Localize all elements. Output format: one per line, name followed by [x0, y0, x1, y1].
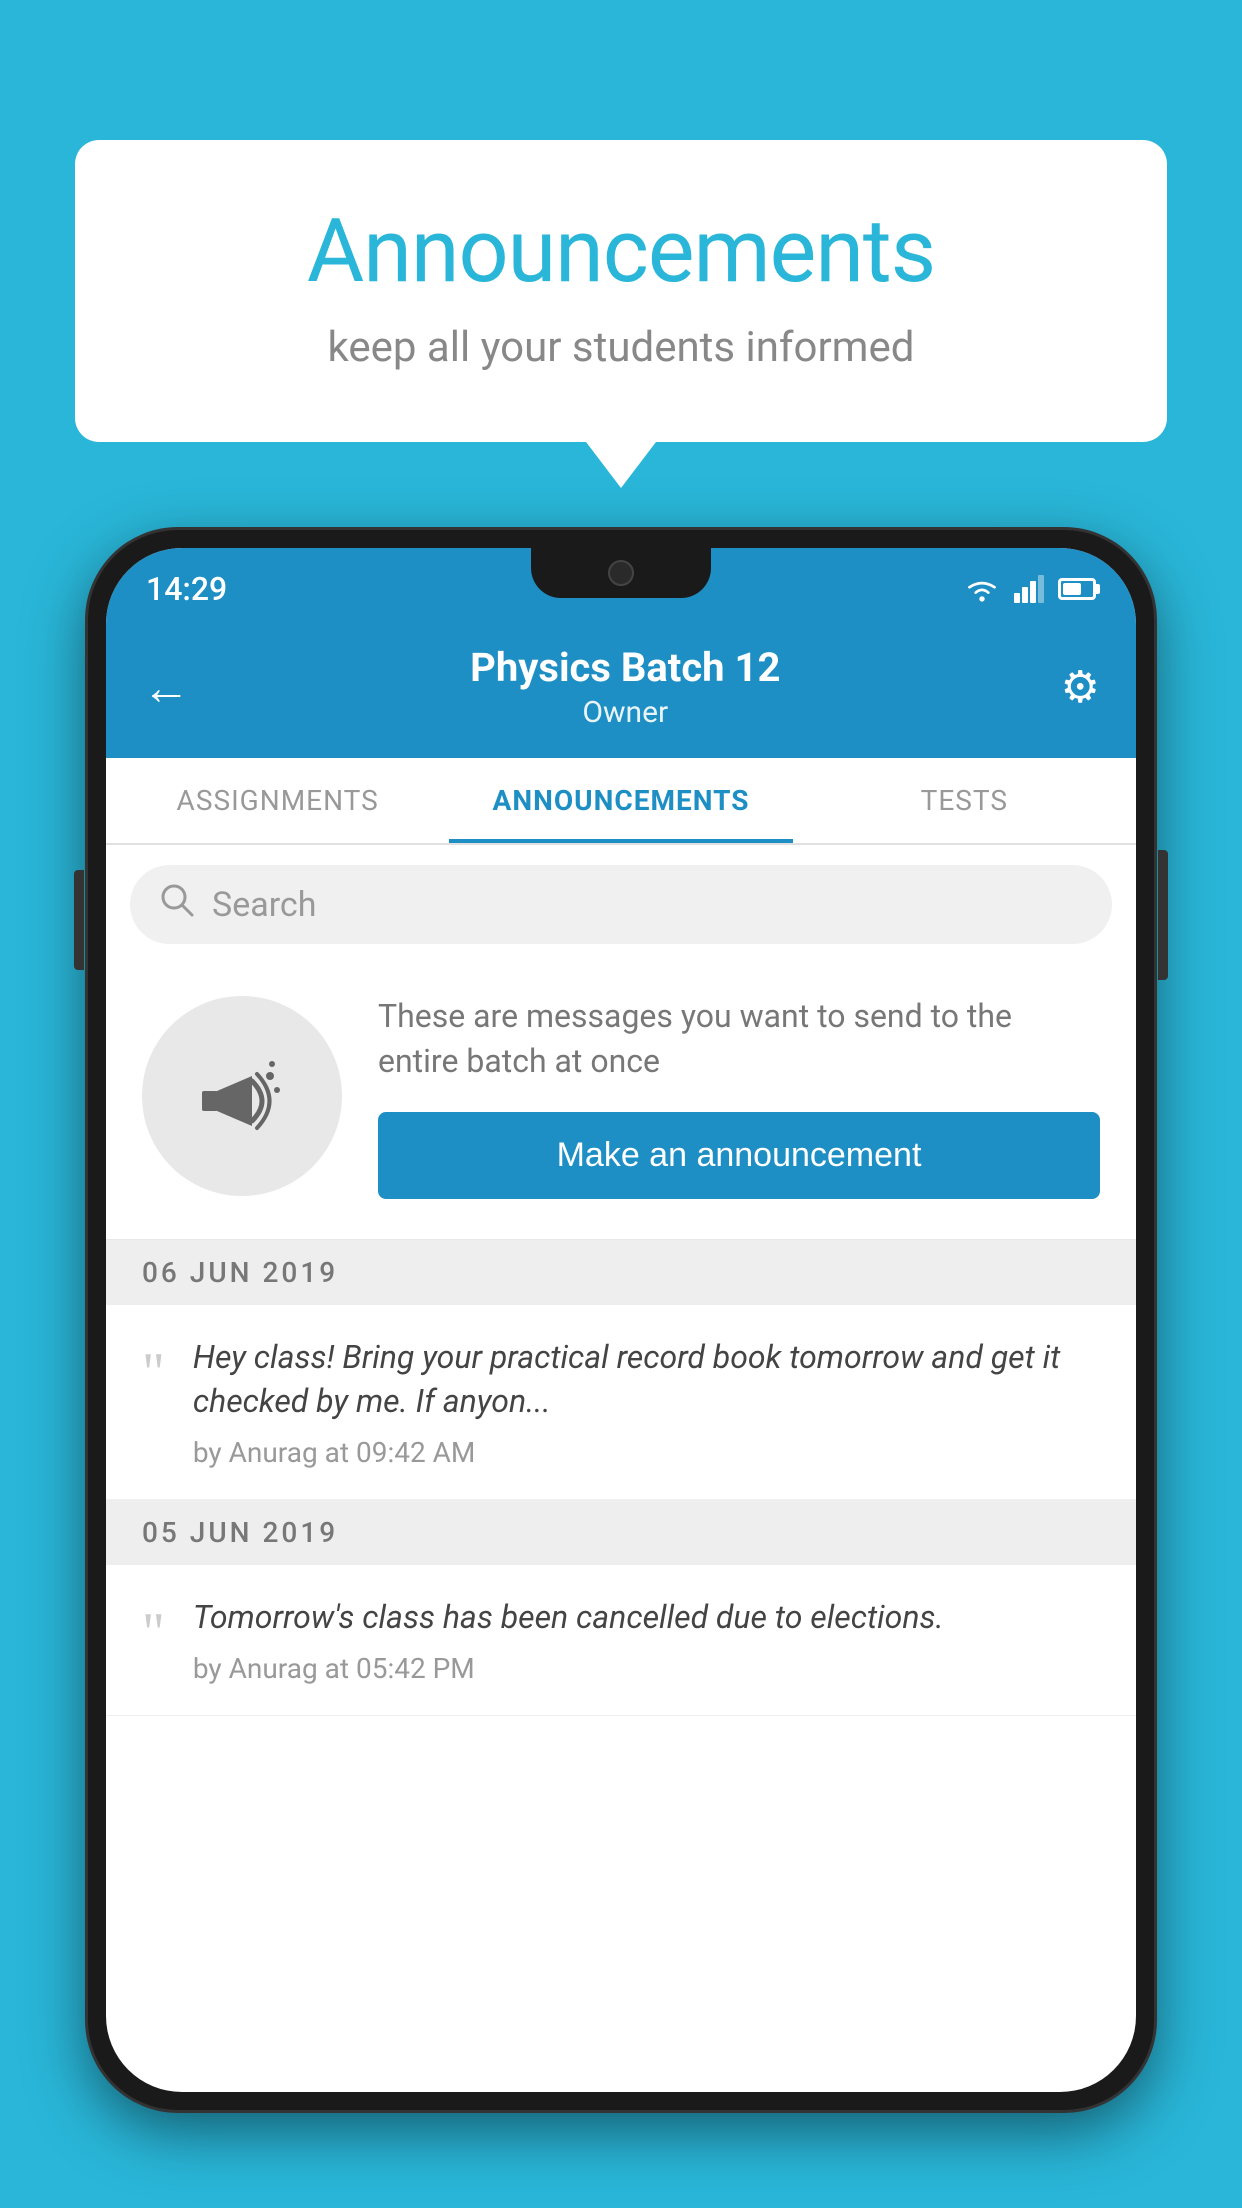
announcement-content-2: Tomorrow's class has been cancelled due … — [193, 1595, 1100, 1685]
tab-assignments[interactable]: ASSIGNMENTS — [106, 758, 449, 843]
batch-subtitle: Owner — [470, 695, 780, 730]
battery-icon — [1058, 578, 1096, 600]
tab-tests[interactable]: TESTS — [793, 758, 1136, 843]
search-container: Search — [106, 845, 1136, 964]
speech-bubble: Announcements keep all your students inf… — [75, 140, 1167, 442]
batch-title: Physics Batch 12 — [470, 644, 780, 691]
announcement-content-1: Hey class! Bring your practical record b… — [193, 1335, 1100, 1470]
announcement-item-2: " Tomorrow's class has been cancelled du… — [106, 1565, 1136, 1716]
date-divider-1: 06 JUN 2019 — [106, 1240, 1136, 1305]
phone-outer: 14:29 — [88, 530, 1154, 2110]
front-camera — [608, 560, 634, 586]
quote-icon-1: " — [142, 1345, 165, 1401]
make-announcement-button[interactable]: Make an announcement — [378, 1112, 1100, 1199]
bubble-subtitle: keep all your students informed — [155, 323, 1087, 372]
phone-inner: 14:29 — [106, 548, 1136, 2092]
speech-bubble-area: Announcements keep all your students inf… — [75, 140, 1167, 442]
tab-announcements[interactable]: ANNOUNCEMENTS — [449, 758, 792, 843]
tabs-bar: ASSIGNMENTS ANNOUNCEMENTS TESTS — [106, 758, 1136, 845]
signal-icon — [1014, 575, 1044, 603]
promo-icon-circle — [142, 996, 342, 1196]
search-placeholder: Search — [212, 885, 316, 925]
settings-icon[interactable]: ⚙ — [1061, 661, 1100, 713]
announcement-text-1: Hey class! Bring your practical record b… — [193, 1335, 1100, 1425]
announcement-meta-2: by Anurag at 05:42 PM — [193, 1652, 1100, 1685]
announcement-item-1: " Hey class! Bring your practical record… — [106, 1305, 1136, 1501]
megaphone-icon — [192, 1046, 292, 1146]
wifi-icon — [964, 575, 1000, 603]
phone-container: 14:29 — [88, 530, 1154, 2208]
announcement-meta-1: by Anurag at 09:42 AM — [193, 1436, 1100, 1469]
header-title-area: Physics Batch 12 Owner — [470, 644, 780, 730]
announcement-text-2: Tomorrow's class has been cancelled due … — [193, 1595, 1100, 1640]
date-divider-2: 05 JUN 2019 — [106, 1500, 1136, 1565]
promo-description: These are messages you want to send to t… — [378, 994, 1100, 1084]
bubble-title: Announcements — [155, 200, 1087, 303]
promo-content: These are messages you want to send to t… — [378, 994, 1100, 1199]
status-icons — [964, 575, 1096, 603]
app-header: ← Physics Batch 12 Owner ⚙ — [106, 620, 1136, 758]
search-icon — [160, 883, 194, 926]
phone-notch — [531, 548, 711, 598]
quote-icon-2: " — [142, 1605, 165, 1661]
promo-section: These are messages you want to send to t… — [106, 964, 1136, 1240]
search-bar[interactable]: Search — [130, 865, 1112, 944]
back-button[interactable]: ← — [142, 659, 190, 716]
status-time: 14:29 — [146, 570, 227, 608]
